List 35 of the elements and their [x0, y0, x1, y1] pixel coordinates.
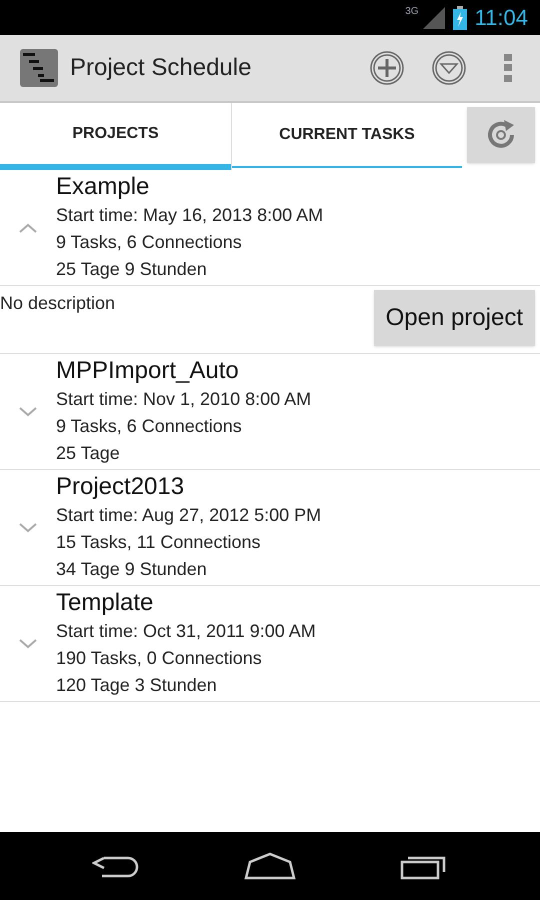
chevron-up-icon[interactable]: [18, 222, 38, 234]
app-icon[interactable]: [20, 49, 58, 87]
task-count: 9 Tasks, 6 Connections: [56, 415, 243, 438]
duration: 25 Tage 9 Stunden: [56, 258, 208, 281]
tab[interactable]: CURRENT TASKS: [231, 103, 462, 170]
project-name: MPPImport_Auto: [56, 356, 240, 386]
start-time: Start time: Aug 27, 2012 5:00 PM: [56, 504, 322, 527]
duration: 25 Tage: [56, 442, 121, 465]
project-description: No description: [0, 292, 116, 315]
task-count: 15 Tasks, 11 Connections: [56, 531, 262, 554]
chevron-down-icon[interactable]: [18, 522, 38, 534]
task-count: 9 Tasks, 6 Connections: [56, 231, 243, 254]
chevron-down-icon[interactable]: [18, 406, 38, 418]
start-time: Start time: May 16, 2013 8:00 AM: [56, 204, 324, 227]
clock: 11:04: [474, 4, 528, 32]
task-count: 190 Tasks, 0 Connections: [56, 647, 263, 670]
duration: 34 Tage 9 Stunden: [56, 558, 208, 581]
open-project-button[interactable]: Open project: [374, 290, 535, 346]
start-time: Start time: Nov 1, 2010 8:00 AM: [56, 388, 312, 411]
duration: 120 Tage 3 Stunden: [56, 674, 218, 697]
project-name: Project2013: [56, 472, 186, 502]
add-icon[interactable]: [370, 51, 404, 85]
signal-icon: [422, 6, 445, 28]
network-label: 3G: [405, 5, 419, 19]
project-name: Template: [56, 588, 154, 618]
start-time: Start time: Oct 31, 2011 9:00 AM: [56, 620, 316, 643]
chevron-down-icon[interactable]: [18, 638, 38, 650]
app-title: Project Schedule: [70, 53, 252, 83]
home-icon[interactable]: [244, 852, 296, 880]
refresh-button[interactable]: [467, 107, 535, 163]
overflow-menu-icon[interactable]: [504, 54, 512, 82]
battery-icon: [452, 6, 467, 30]
tab[interactable]: PROJECTS: [0, 103, 231, 170]
dropdown-icon[interactable]: [432, 51, 466, 85]
project-name: Example: [56, 172, 150, 202]
